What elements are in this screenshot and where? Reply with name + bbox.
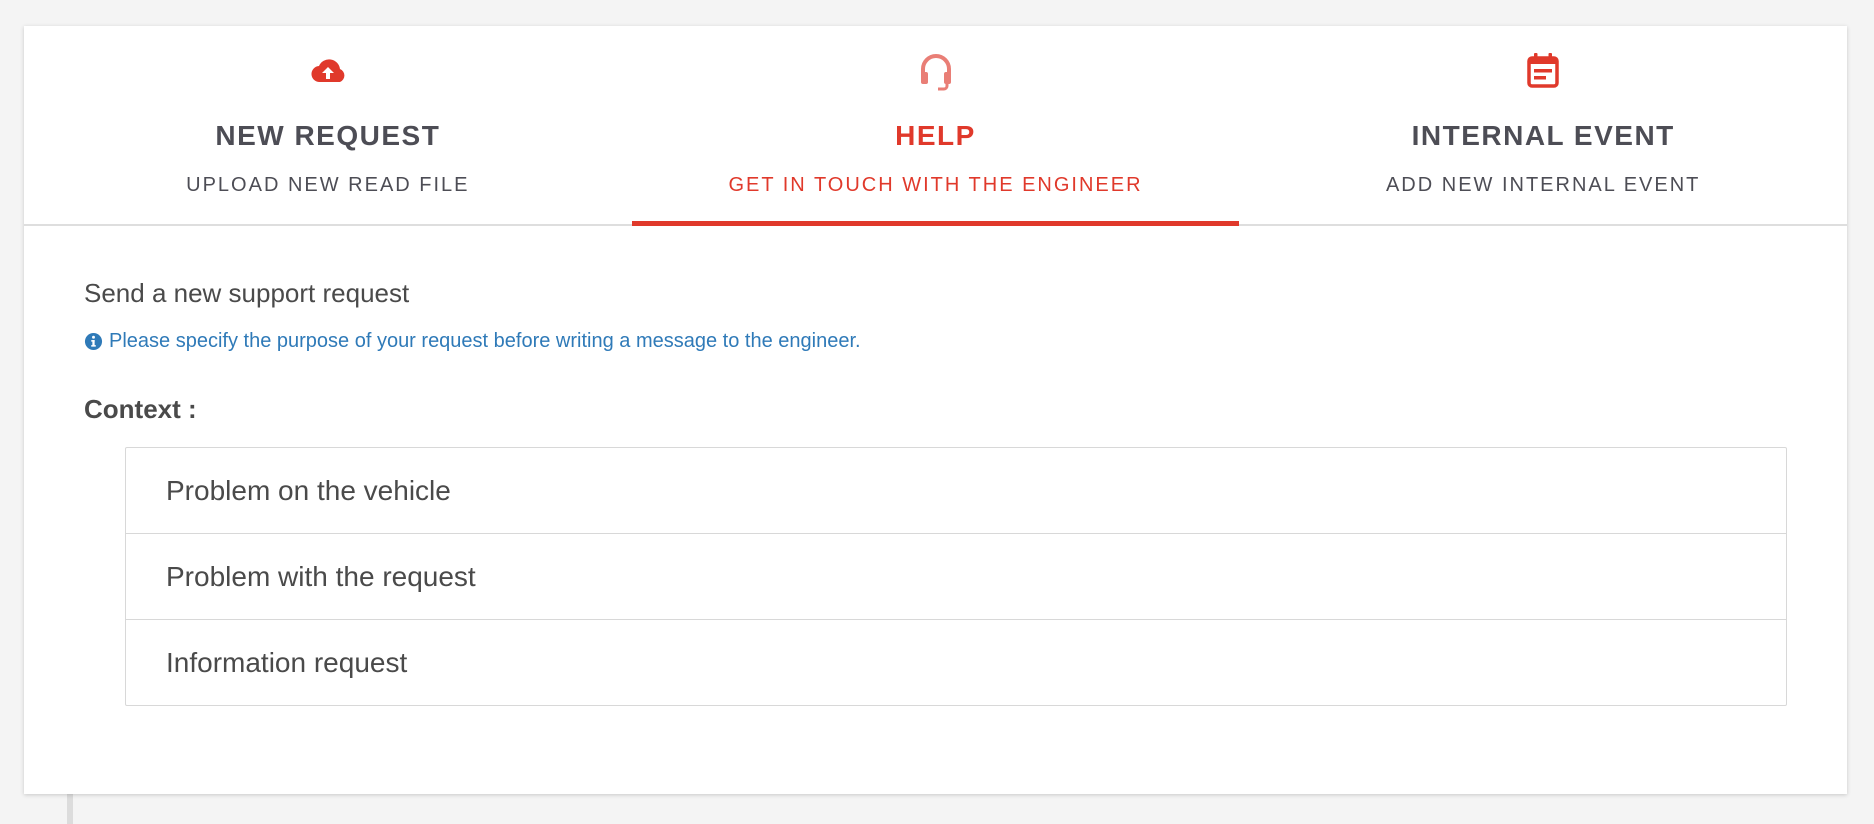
tab-subtitle: ADD NEW INTERNAL EVENT [1385,174,1701,196]
context-label: Context : [84,394,197,424]
tab-new-request[interactable]: NEW REQUEST UPLOAD NEW READ FILE [24,26,632,224]
context-options-list: Problem on the vehicle Problem with the … [125,447,1787,706]
tab-title: INTERNAL EVENT [1411,120,1675,151]
option-problem-vehicle[interactable]: Problem on the vehicle [126,448,1786,534]
hint-text: Please specify the purpose of your reque… [109,330,861,352]
tab-bar: NEW REQUEST UPLOAD NEW READ FILE HELP GE… [24,26,1847,226]
tab-internal-event[interactable]: INTERNAL EVENT ADD NEW INTERNAL EVENT [1239,26,1847,224]
panel-title: Send a new support request [84,278,410,308]
option-problem-request[interactable]: Problem with the request [126,534,1786,620]
tab-subtitle: UPLOAD NEW READ FILE [186,174,470,196]
support-card: NEW REQUEST UPLOAD NEW READ FILE HELP GE… [24,26,1847,794]
cloud-upload-icon [311,59,345,83]
info-hint: Please specify the purpose of your reque… [84,330,861,353]
background-rail [67,790,73,824]
option-information-request[interactable]: Information request [126,620,1786,705]
info-circle-icon [84,332,103,351]
tab-title: NEW REQUEST [215,120,441,151]
tab-subtitle: GET IN TOUCH WITH THE ENGINEER [728,174,1143,196]
active-tab-indicator [631,221,1240,226]
headset-icon [920,54,951,91]
tab-title: HELP [895,120,976,151]
tab-help[interactable]: HELP GET IN TOUCH WITH THE ENGINEER [631,26,1240,226]
calendar-icon [1527,53,1559,88]
